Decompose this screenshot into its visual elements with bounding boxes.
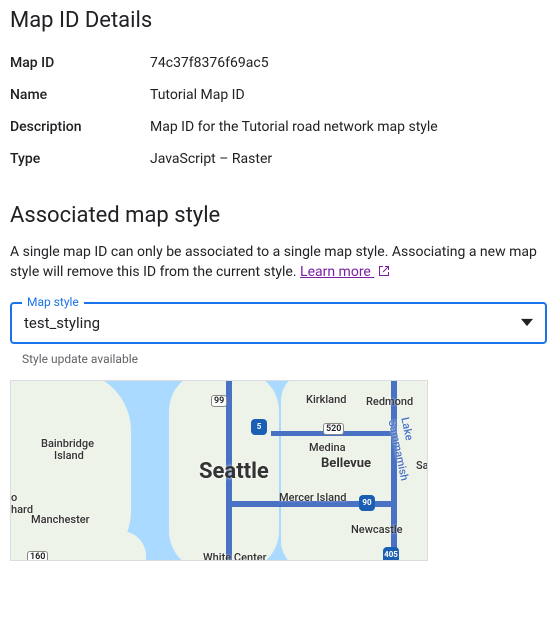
city-whitecenter: White Center: [203, 551, 267, 561]
city-kirkland: Kirkland: [306, 393, 346, 406]
map-style-value: test_styling: [24, 314, 533, 332]
associated-description: A single map ID can only be associated t…: [10, 242, 547, 284]
label-name: Name: [10, 87, 150, 103]
label-type: Type: [10, 151, 150, 167]
details-title: Map ID Details: [10, 8, 547, 33]
city-newcastle: Newcastle: [351, 523, 403, 536]
city-manchester: Manchester: [31, 513, 90, 526]
city-o: o: [11, 491, 17, 504]
city-seattle: Seattle: [199, 459, 269, 484]
associated-title: Associated map style: [10, 203, 547, 228]
city-bainbridge2: Island: [54, 449, 84, 462]
label-description: Description: [10, 119, 150, 135]
external-link-icon: [378, 263, 390, 283]
row-type: Type JavaScript – Raster: [10, 143, 547, 175]
city-redmond: Redmond: [366, 395, 413, 408]
caret-down-icon: [521, 313, 533, 332]
shield-99: 99: [211, 395, 227, 407]
learn-more-link[interactable]: Learn more: [300, 264, 390, 280]
shield-i405: 405: [383, 547, 399, 561]
map-style-legend: Map style: [22, 295, 84, 309]
style-helper-text: Style update available: [10, 350, 547, 366]
city-medina: Medina: [309, 441, 346, 454]
value-description: Map ID for the Tutorial road network map…: [150, 119, 547, 135]
shield-520: 520: [323, 423, 344, 435]
assoc-desc-text: A single map ID can only be associated t…: [10, 244, 537, 280]
value-map-id: 74c37f8376f69ac5: [150, 55, 547, 71]
shield-i5: 5: [251, 419, 267, 435]
shield-i90: 90: [359, 495, 375, 511]
city-bellevue: Bellevue: [321, 456, 371, 471]
row-map-id: Map ID 74c37f8376f69ac5: [10, 47, 547, 79]
shield-160: 160: [27, 551, 48, 561]
details-table: Map ID 74c37f8376f69ac5 Name Tutorial Ma…: [10, 47, 547, 175]
label-map-id: Map ID: [10, 55, 150, 71]
row-description: Description Map ID for the Tutorial road…: [10, 111, 547, 143]
city-hard: hard: [11, 503, 33, 516]
city-mercer: Mercer Island: [279, 491, 346, 504]
map-preview: 99 520 160 5 405 90 Seattle Bellevue Kir…: [10, 380, 428, 561]
learn-more-text: Learn more: [300, 264, 371, 280]
row-name: Name Tutorial Map ID: [10, 79, 547, 111]
value-name: Tutorial Map ID: [150, 87, 547, 103]
map-style-select[interactable]: Map style test_styling: [10, 302, 547, 344]
value-type: JavaScript – Raster: [150, 151, 547, 167]
